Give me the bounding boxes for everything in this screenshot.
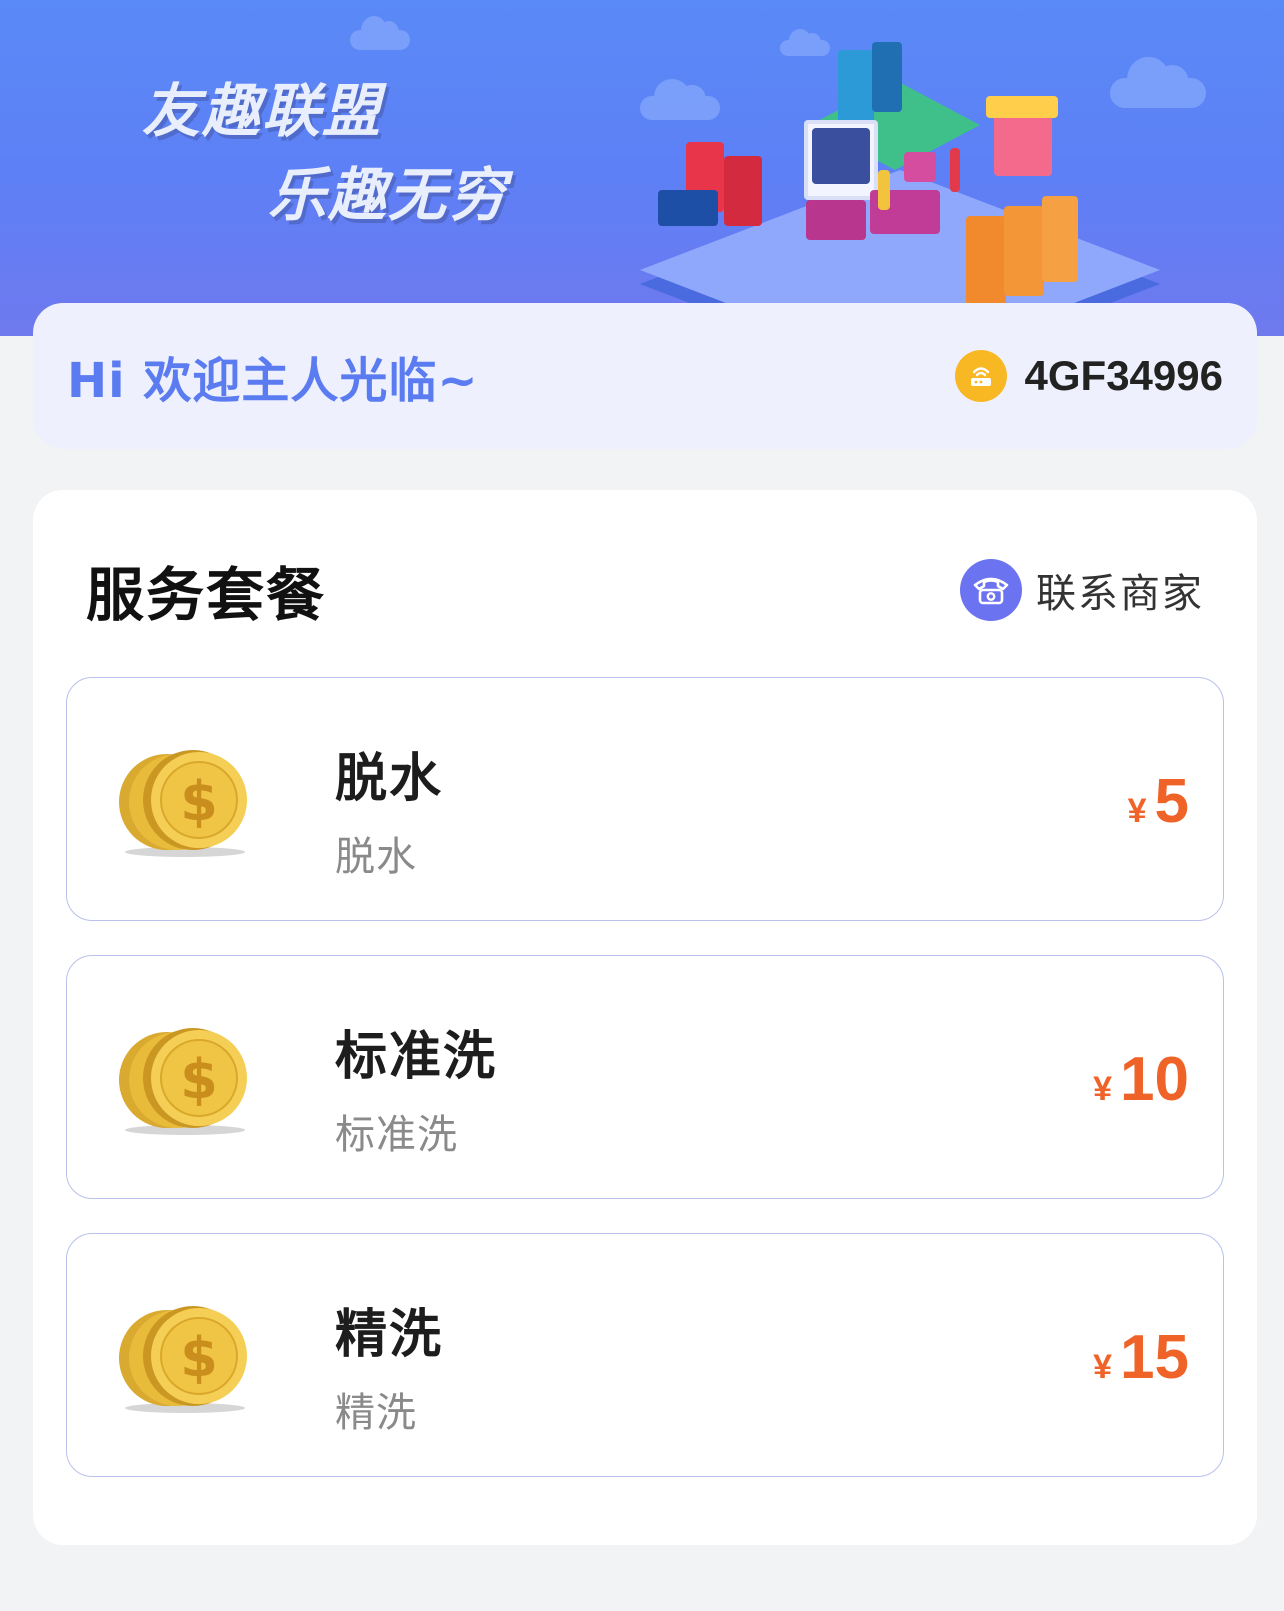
banner: 友趣联盟 乐趣无穷 [0,0,1284,336]
cloud-decoration [350,16,410,50]
coins-icon: $ [119,1028,247,1135]
welcome-card: Hi 欢迎主人光临~ 4GF34996 [33,303,1257,449]
coins-icon: $ [119,750,247,857]
package-price: ¥ 5 [1128,766,1189,837]
router-icon [954,350,1007,402]
package-description: 精洗 [335,1390,417,1436]
currency-symbol: ¥ [1127,792,1147,830]
currency-symbol: ¥ [1093,1070,1113,1108]
contact-merchant-label: 联系商家 [1036,571,1204,617]
price-value: 15 [1120,1323,1189,1392]
price-value: 10 [1120,1045,1189,1114]
banner-slogan-line1: 友趣联盟 [142,77,383,145]
services-title: 服务套餐 [86,561,327,629]
package-name: 标准洗 [335,1027,498,1087]
price-value: 5 [1154,767,1189,836]
services-card: 服务套餐 联系商家 $ 脱水 脱水 ¥ 5 $ 标准洗 标准洗 ¥ 10 $ 精… [33,490,1257,1545]
package-price: ¥ 10 [1093,1044,1189,1115]
package-item-standard-wash[interactable]: $ 标准洗 标准洗 ¥ 10 [66,955,1224,1199]
welcome-greeting: Hi 欢迎主人光临~ [67,353,479,409]
package-price: ¥ 15 [1093,1322,1189,1393]
device-info: 4GF34996 [954,350,1223,402]
svg-text:$: $ [180,1326,218,1389]
svg-text:$: $ [180,1048,218,1111]
package-name: 精洗 [335,1305,444,1365]
device-id: 4GF34996 [1024,352,1223,399]
contact-merchant-button[interactable]: 联系商家 [960,559,1204,621]
phone-icon [960,559,1022,621]
banner-slogan-line2: 乐趣无穷 [268,161,509,229]
package-name: 脱水 [335,749,444,809]
services-header: 服务套餐 联系商家 [86,550,1204,630]
package-description: 脱水 [335,834,417,880]
currency-symbol: ¥ [1093,1348,1113,1386]
package-description: 标准洗 [335,1112,458,1158]
package-item-dehydrate[interactable]: $ 脱水 脱水 ¥ 5 [66,677,1224,921]
package-item-fine-wash[interactable]: $ 精洗 精洗 ¥ 15 [66,1233,1224,1477]
arcade-illustration [600,20,1220,336]
coins-icon: $ [119,1306,247,1413]
svg-text:$: $ [180,770,218,833]
page: 友趣联盟 乐趣无穷 Hi 欢迎主人光临~ 4GF34996 服务套餐 联系商家 … [0,0,1284,1611]
